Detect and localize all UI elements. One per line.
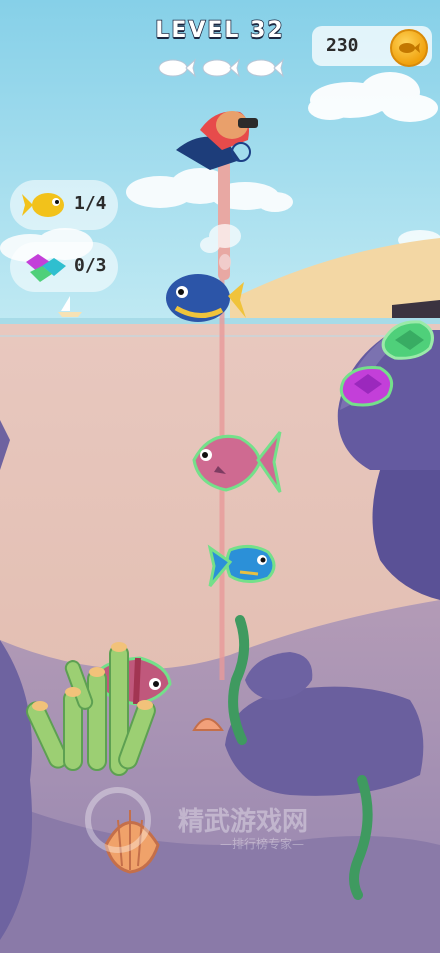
fish-life-icon — [158, 58, 196, 78]
yellow-fish-icon — [22, 193, 64, 217]
goal-gems-progress: 0/3 — [74, 255, 107, 276]
coin-count: 230 — [326, 35, 359, 56]
goal-fish: 1/4 — [10, 180, 118, 230]
svg-text:精武游戏网: 精武游戏网 — [178, 807, 308, 837]
game-scene[interactable]: 精武游戏网 —排行榜专家— — [0, 0, 440, 953]
gem-magenta[interactable] — [339, 366, 394, 407]
fish-life-icon — [246, 58, 284, 78]
gem-icon — [26, 254, 66, 282]
rock — [225, 686, 424, 796]
coin-counter[interactable]: 230 — [312, 26, 432, 67]
fish-life-icon — [202, 58, 240, 78]
lives-indicator — [156, 56, 284, 80]
svg-text:—排行榜专家—: —排行榜专家— — [220, 836, 304, 851]
fish-coin-icon — [390, 29, 428, 67]
level-title: LEVEL 32 — [155, 17, 285, 44]
goal-gems: 0/3 — [10, 242, 118, 292]
goal-fish-progress: 1/4 — [74, 193, 107, 214]
